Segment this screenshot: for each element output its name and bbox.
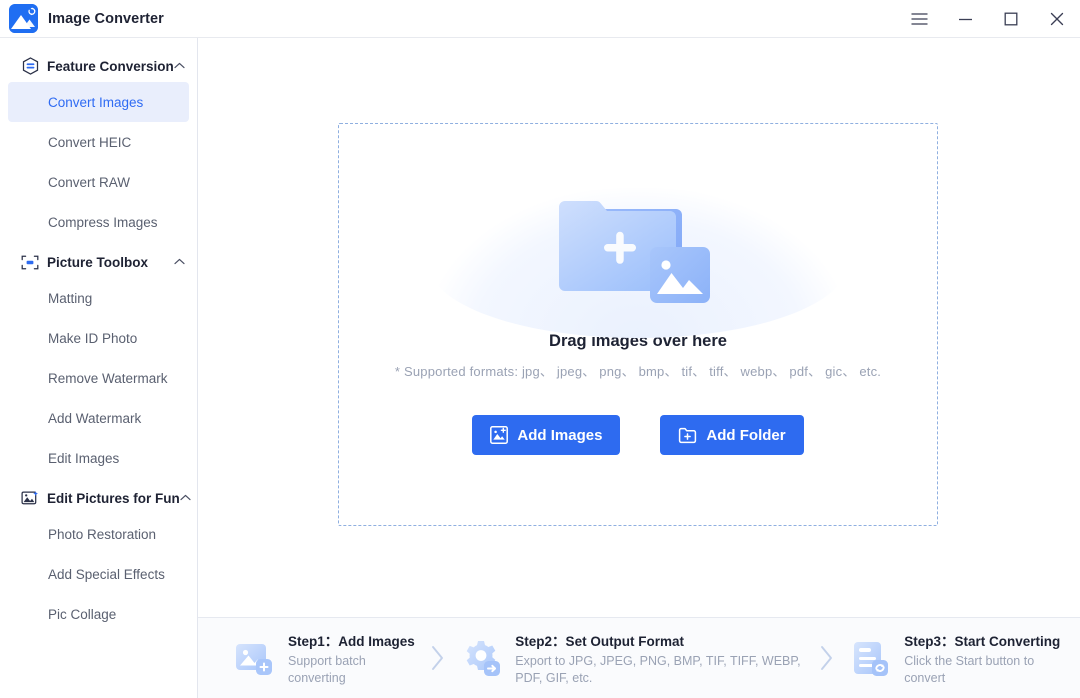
step-2-title: Step2：Set Output Format	[515, 633, 685, 649]
add-folder-icon	[678, 427, 697, 444]
app-title: Image Converter	[48, 10, 164, 27]
minimize-icon[interactable]	[942, 0, 988, 38]
steps-bar: Step1：Add Images Support batch convertin…	[198, 617, 1080, 698]
sidebar-item-edit-images[interactable]: Edit Images	[8, 438, 189, 478]
step-1-title: Step1：Add Images	[288, 633, 415, 649]
step-3-title: Step3：Start Converting	[904, 633, 1061, 649]
maximize-icon[interactable]	[988, 0, 1034, 38]
sidebar-group-feature-conversion[interactable]: Feature Conversion	[0, 50, 197, 82]
sidebar-item-label: Add Special Effects	[48, 566, 165, 582]
sidebar-item-photo-restoration[interactable]: Photo Restoration	[8, 514, 189, 554]
image-converter-logo-icon	[9, 4, 38, 33]
sidebar-item-pic-collage[interactable]: Pic Collage	[8, 594, 189, 634]
sidebar-group-picture-toolbox[interactable]: Picture Toolbox	[0, 246, 197, 278]
dropzone-actions: Add Images Add Folder	[472, 415, 804, 455]
add-images-button[interactable]: Add Images	[472, 415, 621, 455]
close-icon[interactable]	[1034, 0, 1080, 38]
sidebar-item-label: Photo Restoration	[48, 526, 157, 542]
sidebar-item-label: Remove Watermark	[48, 370, 168, 386]
sidebar-item-make-id-photo[interactable]: Make ID Photo	[8, 318, 189, 358]
step-1: Step1：Add Images Support batch convertin…	[232, 630, 416, 687]
step-3-text: Step3：Start Converting Click the Start b…	[904, 630, 1066, 687]
step-2: Step2：Set Output Format Export to JPG, J…	[459, 630, 805, 687]
hamburger-menu-icon[interactable]	[896, 0, 942, 38]
chevron-up-icon[interactable]	[180, 494, 191, 501]
step-1-text: Step1：Add Images Support batch convertin…	[288, 630, 416, 687]
sidebar-item-label: Make ID Photo	[48, 330, 138, 346]
edit-pictures-fun-icon	[21, 489, 39, 507]
sidebar-item-remove-watermark[interactable]: Remove Watermark	[8, 358, 189, 398]
sidebar-group-edit-pictures-for-fun[interactable]: Edit Pictures for Fun	[0, 482, 197, 514]
add-folder-button-label: Add Folder	[706, 426, 786, 444]
sidebar-item-compress-images[interactable]: Compress Images	[8, 202, 189, 242]
sidebar-item-add-watermark[interactable]: Add Watermark	[8, 398, 189, 438]
sidebar-item-convert-raw[interactable]: Convert RAW	[8, 162, 189, 202]
sidebar-item-convert-heic[interactable]: Convert HEIC	[8, 122, 189, 162]
sidebar-item-label: Convert RAW	[48, 174, 131, 190]
window-controls	[896, 0, 1080, 38]
supported-formats-text: * Supported formats: jpg、 jpeg、 png、 bmp…	[394, 364, 882, 379]
image-converter-window: Image Converter Feature Conversion Conve…	[0, 0, 1080, 698]
sidebar-group-label: Picture Toolbox	[47, 254, 149, 270]
drop-area[interactable]: Drag images over here * Supported format…	[338, 123, 938, 526]
add-folder-button[interactable]: Add Folder	[660, 415, 804, 455]
step-3: Step3：Start Converting Click the Start b…	[848, 630, 1066, 687]
start-converting-step-icon	[848, 636, 892, 680]
chevron-right-icon	[819, 645, 834, 671]
main-content: Drag images over here * Supported format…	[198, 38, 1080, 698]
step-3-subtitle: Click the Start button to convert	[904, 653, 1035, 685]
sidebar-item-label: Edit Images	[48, 450, 120, 466]
sidebar-item-label: Add Watermark	[48, 410, 142, 426]
sidebar-item-label: Compress Images	[48, 214, 158, 230]
sidebar: Feature Conversion Convert Images Conver…	[0, 38, 198, 698]
picture-toolbox-icon	[21, 253, 39, 271]
window-body: Feature Conversion Convert Images Conver…	[0, 38, 1080, 698]
sidebar-item-label: Convert Images	[48, 94, 144, 110]
add-images-step-icon	[232, 636, 276, 680]
sidebar-group-label: Feature Conversion	[47, 58, 174, 74]
chevron-up-icon[interactable]	[174, 258, 185, 265]
sidebar-item-add-special-effects[interactable]: Add Special Effects	[8, 554, 189, 594]
add-image-icon	[490, 426, 509, 444]
chevron-right-icon	[430, 645, 445, 671]
sidebar-item-label: Matting	[48, 290, 93, 306]
step-1-subtitle: Support batch converting	[288, 653, 366, 685]
sidebar-item-convert-images[interactable]: Convert Images	[8, 82, 189, 122]
conversion-hex-icon	[21, 57, 39, 75]
sidebar-item-label: Convert HEIC	[48, 134, 132, 150]
gear-export-step-icon	[459, 636, 503, 680]
sidebar-item-label: Pic Collage	[48, 606, 117, 622]
chevron-up-icon[interactable]	[174, 62, 185, 69]
sidebar-item-matting[interactable]: Matting	[8, 278, 189, 318]
step-2-subtitle: Export to JPG, JPEG, PNG, BMP, TIF, TIFF…	[515, 653, 801, 685]
dropzone-wrapper: Drag images over here * Supported format…	[198, 38, 1080, 617]
title-bar: Image Converter	[0, 0, 1080, 38]
add-images-button-label: Add Images	[517, 426, 603, 444]
folder-add-image-icon	[428, 132, 848, 338]
sidebar-group-label: Edit Pictures for Fun	[47, 490, 180, 506]
step-2-text: Step2：Set Output Format Export to JPG, J…	[515, 630, 805, 687]
